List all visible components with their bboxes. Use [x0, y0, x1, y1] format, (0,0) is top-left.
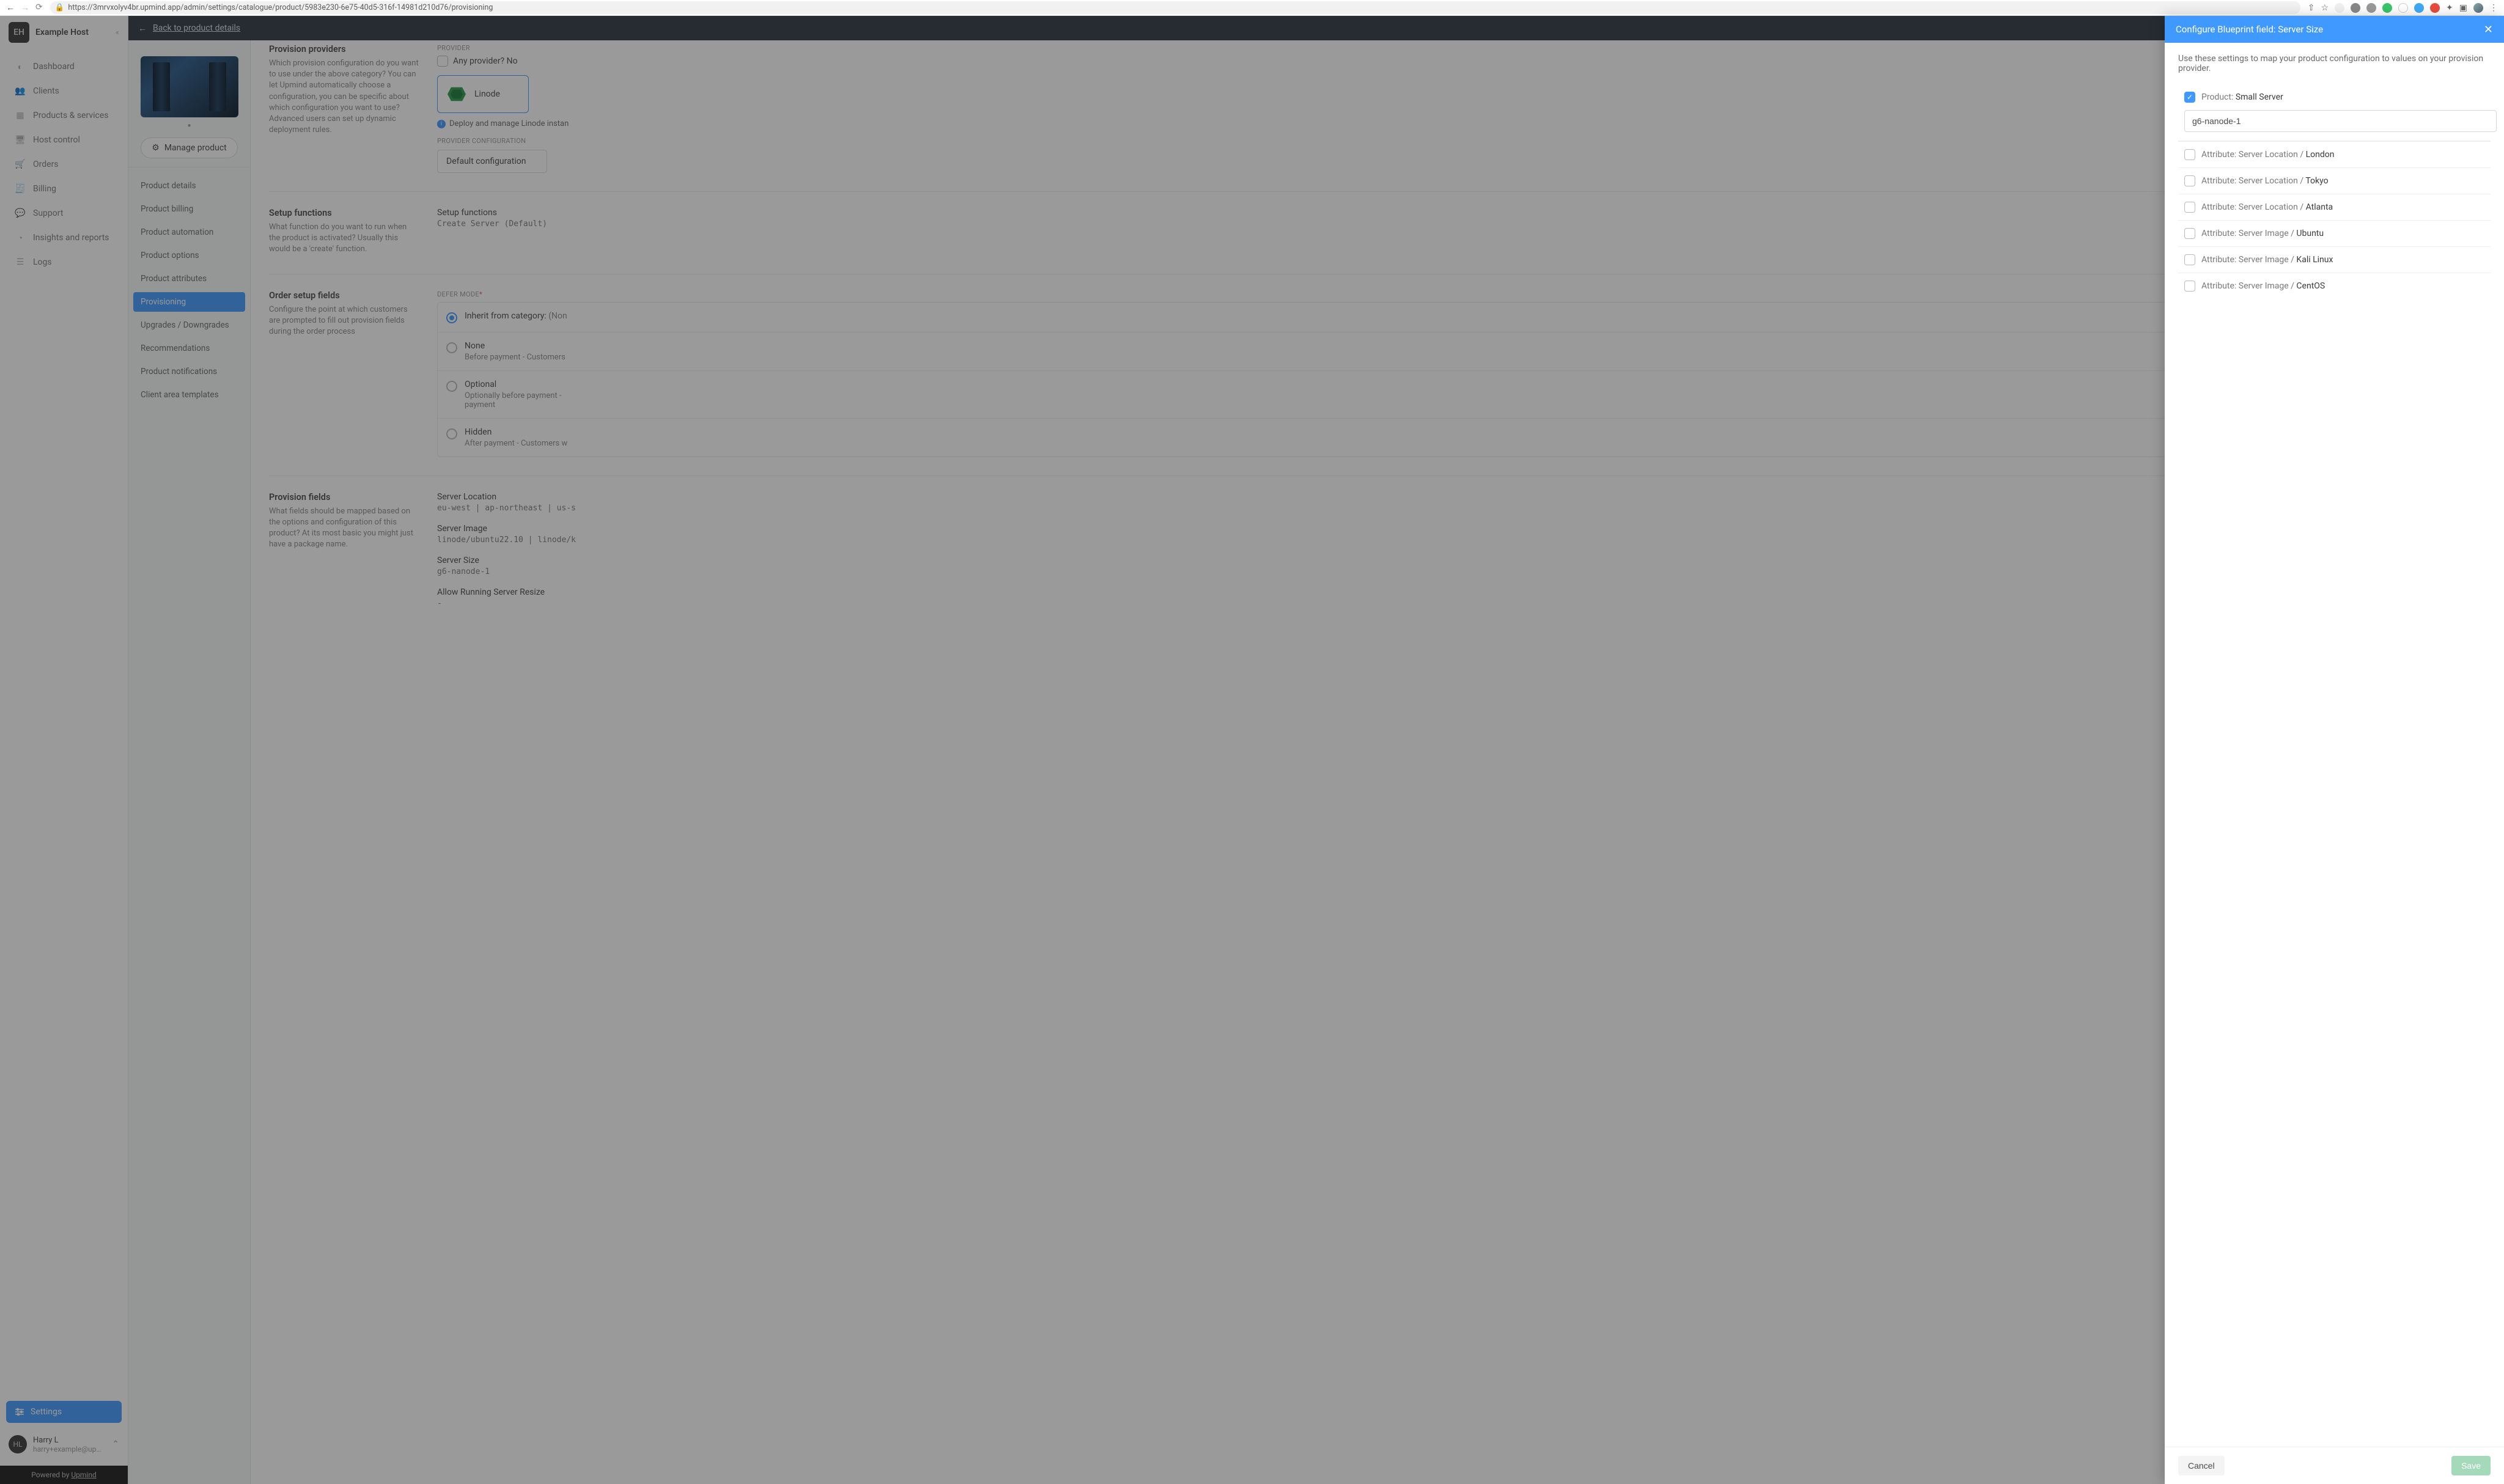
- map-row-attr-1[interactable]: Attribute: Server Location / London: [2178, 141, 2491, 167]
- ext-icon-4[interactable]: [2382, 3, 2392, 13]
- blueprint-field-panel: Configure Blueprint field: Server Size ✕…: [2165, 16, 2504, 1484]
- map-label: Attribute: Server Image / Ubuntu: [2201, 229, 2324, 238]
- map-row-attr-4[interactable]: Attribute: Server Image / Ubuntu: [2178, 220, 2491, 246]
- ext-panel-icon[interactable]: ▣: [2459, 3, 2467, 13]
- map-checkbox[interactable]: [2184, 202, 2195, 213]
- map-checkbox[interactable]: [2184, 92, 2195, 103]
- map-checkbox[interactable]: [2184, 149, 2195, 160]
- panel-intro: Use these settings to map your product c…: [2178, 54, 2491, 73]
- map-label: Attribute: Server Location / Atlanta: [2201, 202, 2333, 212]
- ext-puzzle-icon[interactable]: ✦: [2446, 3, 2453, 13]
- browser-reload-icon[interactable]: ⟳: [35, 2, 43, 13]
- map-checkbox[interactable]: [2184, 281, 2195, 292]
- browser-forward-icon[interactable]: →: [21, 2, 29, 13]
- modal-overlay[interactable]: [0, 16, 2504, 1484]
- ext-icon-2[interactable]: [2351, 3, 2360, 13]
- map-label: Attribute: Server Image / Kali Linux: [2201, 255, 2333, 265]
- map-label: Attribute: Server Location / London: [2201, 150, 2334, 160]
- map-label: Product: Small Server: [2201, 92, 2283, 102]
- lock-icon: 🔒: [55, 3, 65, 12]
- browser-chrome: ← → ⟳ 🔒 https://3mrvxolyv4br.upmind.app/…: [0, 0, 2504, 16]
- map-row-attr-6[interactable]: Attribute: Server Image / CentOS: [2178, 273, 2491, 299]
- panel-header: Configure Blueprint field: Server Size ✕: [2165, 16, 2504, 43]
- share-icon[interactable]: ⇧: [2308, 3, 2315, 13]
- cancel-button[interactable]: Cancel: [2178, 1456, 2225, 1475]
- ext-icon-3[interactable]: [2366, 3, 2376, 13]
- ext-icon-6[interactable]: [2414, 3, 2424, 13]
- map-checkbox[interactable]: [2184, 228, 2195, 239]
- mapping-list: Product: Small Server Attribute: Server L…: [2178, 84, 2491, 299]
- map-label: Attribute: Server Image / CentOS: [2201, 281, 2325, 291]
- ext-icon-1[interactable]: [2335, 3, 2344, 13]
- browser-nav-arrows: ← → ⟳: [6, 2, 43, 13]
- map-row-attr-5[interactable]: Attribute: Server Image / Kali Linux: [2178, 246, 2491, 273]
- save-button[interactable]: Save: [2451, 1456, 2491, 1475]
- url-bar[interactable]: 🔒 https://3mrvxolyv4br.upmind.app/admin/…: [50, 1, 2300, 14]
- ext-icon-7[interactable]: [2430, 3, 2440, 13]
- browser-extension-icons: ⇧ ☆ ✦ ▣ ⋮: [2308, 3, 2498, 13]
- panel-title: Configure Blueprint field: Server Size: [2176, 24, 2323, 35]
- panel-footer: Cancel Save: [2165, 1447, 2504, 1484]
- map-label: Attribute: Server Location / Tokyo: [2201, 176, 2329, 186]
- url-text: https://3mrvxolyv4br.upmind.app/admin/se…: [68, 3, 493, 12]
- browser-menu-icon[interactable]: ⋮: [2489, 3, 2498, 13]
- map-row-attr-3[interactable]: Attribute: Server Location / Atlanta: [2178, 194, 2491, 220]
- map-row-attr-2[interactable]: Attribute: Server Location / Tokyo: [2178, 167, 2491, 194]
- ext-icon-5[interactable]: [2398, 3, 2408, 13]
- close-icon[interactable]: ✕: [2484, 23, 2493, 36]
- profile-avatar-icon[interactable]: [2473, 3, 2483, 13]
- star-icon[interactable]: ☆: [2321, 3, 2329, 13]
- browser-back-icon[interactable]: ←: [6, 2, 15, 13]
- map-value-input[interactable]: [2184, 110, 2497, 132]
- map-row-product[interactable]: Product: Small Server: [2178, 84, 2491, 110]
- map-checkbox[interactable]: [2184, 175, 2195, 186]
- map-checkbox[interactable]: [2184, 254, 2195, 265]
